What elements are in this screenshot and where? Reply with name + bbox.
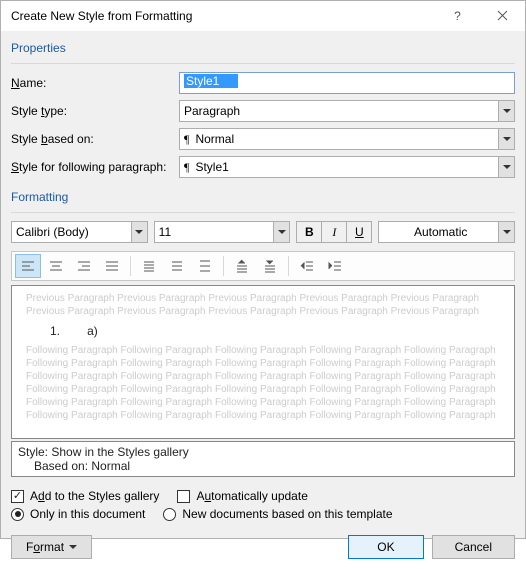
- new-docs-radio[interactable]: New documents based on this template: [163, 507, 392, 521]
- decrease-indent-button[interactable]: [294, 254, 320, 278]
- preview-box: Previous Paragraph Previous Paragraph Pr…: [11, 285, 515, 439]
- increase-indent-button[interactable]: [322, 254, 348, 278]
- align-justify-button[interactable]: [99, 254, 125, 278]
- chevron-down-icon[interactable]: [498, 129, 514, 149]
- rule: [11, 212, 515, 213]
- checkbox-icon: [177, 490, 190, 503]
- help-button[interactable]: ?: [435, 1, 480, 31]
- chevron-down-icon[interactable]: [273, 222, 289, 242]
- ghost-following: Following Paragraph Following Paragraph …: [26, 344, 500, 422]
- align-center-button[interactable]: [43, 254, 69, 278]
- pilcrow-icon: ¶: [184, 160, 189, 175]
- bold-button[interactable]: B: [296, 221, 322, 243]
- dialog-create-style: Create New Style from Formatting ? Prope…: [0, 0, 526, 539]
- underline-button[interactable]: U: [346, 221, 372, 243]
- titlebar: Create New Style from Formatting ?: [1, 1, 525, 31]
- space-before-inc-button[interactable]: [229, 254, 255, 278]
- name-input[interactable]: [179, 72, 515, 94]
- spacing-2-button[interactable]: [192, 254, 218, 278]
- name-label: Name:: [11, 76, 179, 90]
- fontsize-select[interactable]: 11: [154, 221, 291, 243]
- radio-icon: [163, 508, 176, 521]
- rule: [11, 63, 515, 64]
- chevron-down-icon[interactable]: [498, 101, 514, 121]
- following-select[interactable]: ¶Style1: [179, 156, 515, 178]
- checkbox-icon: [11, 490, 24, 503]
- dialog-title: Create New Style from Formatting: [11, 9, 435, 23]
- font-select[interactable]: Calibri (Body): [11, 221, 148, 243]
- paragraph-toolbar: [11, 251, 515, 281]
- only-this-doc-radio[interactable]: Only in this document: [11, 507, 145, 521]
- auto-update-checkbox[interactable]: Automatically update: [177, 489, 307, 503]
- align-right-button[interactable]: [71, 254, 97, 278]
- fontcolor-select[interactable]: Automatic: [378, 221, 515, 243]
- chevron-down-icon[interactable]: [131, 222, 147, 242]
- align-left-button[interactable]: [15, 254, 41, 278]
- style-description-box: Style: Show in the Styles gallery Based …: [11, 441, 515, 477]
- chevron-down-icon[interactable]: [498, 222, 514, 242]
- section-properties: Properties: [11, 41, 515, 55]
- chevron-down-icon[interactable]: [498, 157, 514, 177]
- ghost-previous: Previous Paragraph Previous Paragraph Pr…: [26, 292, 500, 318]
- styletype-label: Style type:: [11, 104, 179, 118]
- basedon-label: Style based on:: [11, 132, 179, 146]
- styletype-select[interactable]: Paragraph: [179, 100, 515, 122]
- add-to-gallery-checkbox[interactable]: Add to the Styles gallery: [11, 489, 159, 503]
- close-button[interactable]: [480, 1, 525, 31]
- pilcrow-icon: ¶: [184, 132, 189, 147]
- name-input-field[interactable]: [184, 74, 238, 88]
- radio-icon: [11, 508, 24, 521]
- section-formatting: Formatting: [11, 190, 515, 204]
- italic-button[interactable]: I: [321, 221, 347, 243]
- sample-text: 1. a): [50, 324, 500, 338]
- spacing-1-button[interactable]: [136, 254, 162, 278]
- spacing-15-button[interactable]: [164, 254, 190, 278]
- following-label: Style for following paragraph:: [11, 160, 179, 174]
- basedon-select[interactable]: ¶Normal: [179, 128, 515, 150]
- space-before-dec-button[interactable]: [257, 254, 283, 278]
